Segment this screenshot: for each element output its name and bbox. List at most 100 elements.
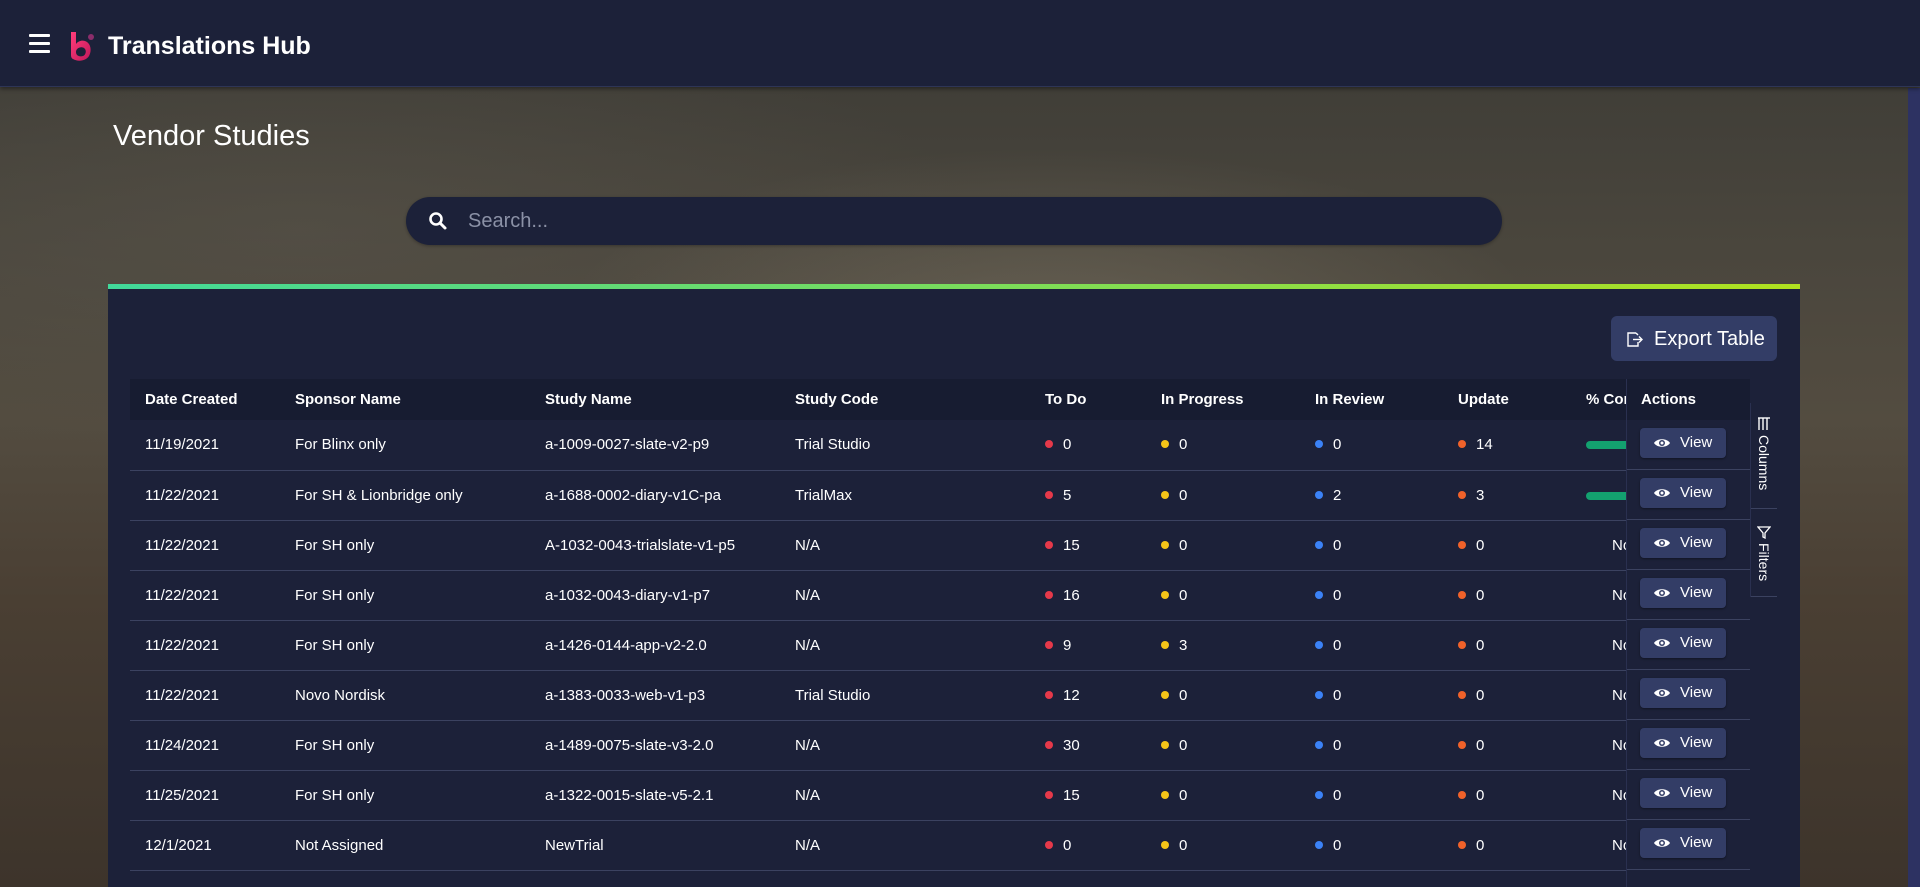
cell-to-do-dot (1045, 690, 1053, 699)
cell-in-review-value: 0 (1333, 586, 1342, 604)
cell-update: 0 (1443, 770, 1571, 820)
view-button[interactable]: View (1640, 778, 1726, 808)
cell-update-value: 0 (1476, 786, 1485, 804)
percent-complete-text: No (1612, 636, 1632, 654)
table-row[interactable]: 11/22/2021 For SH only a-1032-0043-diary-v… (130, 570, 1750, 620)
cell-study-name: a-1688-0002-diary-v1C-pa (545, 486, 721, 504)
cell-in-progress-value: 0 (1179, 736, 1188, 754)
column-header-in-progress[interactable]: In Progress (1146, 379, 1300, 420)
table-row[interactable]: 11/25/2021 For SH only a-1322-0015-slate-v… (130, 770, 1750, 820)
cell-to-do-value: 15 (1063, 786, 1080, 804)
cell-in-review: 0 (1300, 570, 1443, 620)
eye-icon (1654, 539, 1670, 547)
cell-study-code: N/A (795, 836, 821, 854)
cell-in-review-value: 0 (1333, 536, 1342, 554)
view-button[interactable]: View (1640, 478, 1726, 508)
cell-date-created: 12/1/2021 (145, 836, 212, 854)
table-row[interactable]: 11/24/2021 For SH only a-1489-0075-slate-v… (130, 720, 1750, 770)
view-button[interactable]: View (1640, 528, 1726, 558)
cell-to-do-dot (1045, 640, 1053, 649)
actions-cell: View (1627, 620, 1750, 670)
cell-study-code: N/A (795, 786, 821, 804)
cell-to-do: 0 (1030, 820, 1146, 870)
cell-update-dot (1458, 640, 1466, 649)
column-header-study-name[interactable]: Study Name (530, 379, 780, 420)
app-title: Translations Hub (108, 32, 311, 60)
cell-update: 0 (1443, 720, 1571, 770)
table-header-row: Date Created Sponsor Name Study Name Stu… (130, 379, 1750, 420)
cell-to-do: 16 (1030, 570, 1146, 620)
cell-sponsor-name: For SH & Lionbridge only (295, 486, 463, 504)
cell-to-do: 30 (1030, 720, 1146, 770)
cell-sponsor-name: For Blinx only (295, 436, 386, 454)
cell-in-review-value: 0 (1333, 786, 1342, 804)
table-row[interactable]: 11/22/2021 For SH only a-1426-0144-app-v2-… (130, 620, 1750, 670)
top-app-bar: Translations Hub (0, 0, 1920, 87)
cell-in-review-dot (1315, 640, 1323, 649)
cell-study-name: a-1032-0043-diary-v1-p7 (545, 586, 711, 604)
cell-update-dot (1458, 590, 1466, 599)
cell-date-created: 11/25/2021 (145, 786, 219, 804)
search-bar (406, 197, 1502, 245)
column-header-to-do[interactable]: To Do (1030, 379, 1146, 420)
column-header-sponsor-name[interactable]: Sponsor Name (280, 379, 530, 420)
export-icon (1627, 332, 1643, 347)
export-table-button[interactable]: Export Table (1611, 316, 1777, 361)
cell-in-progress: 0 (1146, 720, 1300, 770)
table-row[interactable]: 12/1/2021 Not Assigned NewTrial N/A 0 0 0 0 No (130, 820, 1750, 870)
table-row[interactable]: 11/22/2021 Novo Nordisk a-1383-0033-web-v1… (130, 670, 1750, 720)
cell-in-progress-dot (1161, 540, 1169, 549)
cell-to-do-dot (1045, 540, 1053, 549)
cell-study-code: N/A (795, 636, 821, 654)
cell-in-review-dot (1315, 440, 1323, 449)
actions-cell: View (1627, 720, 1750, 770)
cell-in-progress: 3 (1146, 620, 1300, 670)
view-button[interactable]: View (1640, 628, 1726, 658)
cell-to-do-value: 9 (1063, 636, 1072, 654)
cell-date-created: 11/22/2021 (145, 636, 219, 654)
cell-in-review-value: 0 (1333, 836, 1342, 854)
cell-in-progress: 0 (1146, 570, 1300, 620)
actions-cell: View (1627, 570, 1750, 620)
columns-tool-tab[interactable]: Columns (1751, 403, 1777, 509)
cell-in-progress: 0 (1146, 820, 1300, 870)
eye-icon (1654, 839, 1670, 847)
cell-in-progress: 0 (1146, 420, 1300, 470)
cell-in-progress-dot (1161, 490, 1169, 499)
table-row[interactable]: 11/22/2021 For SH & Lionbridge only a-1688… (130, 470, 1750, 520)
eye-icon (1654, 739, 1670, 747)
cell-to-do: 15 (1030, 770, 1146, 820)
view-button[interactable]: View (1640, 728, 1726, 758)
cell-study-code: Trial Studio (795, 686, 871, 704)
cell-to-do: 5 (1030, 470, 1146, 520)
view-button[interactable]: View (1640, 578, 1726, 608)
cell-date-created: 11/19/2021 (145, 436, 219, 454)
export-table-label: Export Table (1654, 328, 1765, 350)
view-button[interactable]: View (1640, 828, 1726, 858)
filters-tool-tab[interactable]: Filters (1751, 509, 1777, 597)
column-header-date-created[interactable]: Date Created (130, 379, 280, 420)
cell-study-code: TrialMax (795, 486, 852, 504)
view-button-label: View (1680, 634, 1713, 651)
column-header-in-review[interactable]: In Review (1300, 379, 1443, 420)
cell-update-dot (1458, 440, 1466, 449)
hamburger-menu-icon[interactable] (29, 34, 50, 53)
view-button[interactable]: View (1640, 428, 1726, 458)
search-input[interactable] (468, 205, 1478, 237)
eye-icon (1654, 589, 1670, 597)
column-header-study-code[interactable]: Study Code (780, 379, 1030, 420)
column-header-update[interactable]: Update (1443, 379, 1571, 420)
table-row[interactable]: 11/19/2021 For Blinx only a-1009-0027-slat… (130, 420, 1750, 470)
cell-to-do: 9 (1030, 620, 1146, 670)
cell-update-value: 0 (1476, 736, 1485, 754)
cell-update: 0 (1443, 520, 1571, 570)
view-button-label: View (1680, 784, 1713, 801)
percent-complete-text: No (1612, 836, 1632, 854)
page-scrollbar-thumb[interactable] (1908, 88, 1920, 887)
view-button[interactable]: View (1640, 678, 1726, 708)
actions-cell: View (1627, 770, 1750, 820)
search-icon (429, 212, 447, 230)
actions-pinned-column: Actions View View View View View View View View… (1626, 379, 1750, 887)
table-row[interactable]: 11/22/2021 For SH only A-1032-0043-trialsl… (130, 520, 1750, 570)
cell-study-code: N/A (795, 586, 821, 604)
